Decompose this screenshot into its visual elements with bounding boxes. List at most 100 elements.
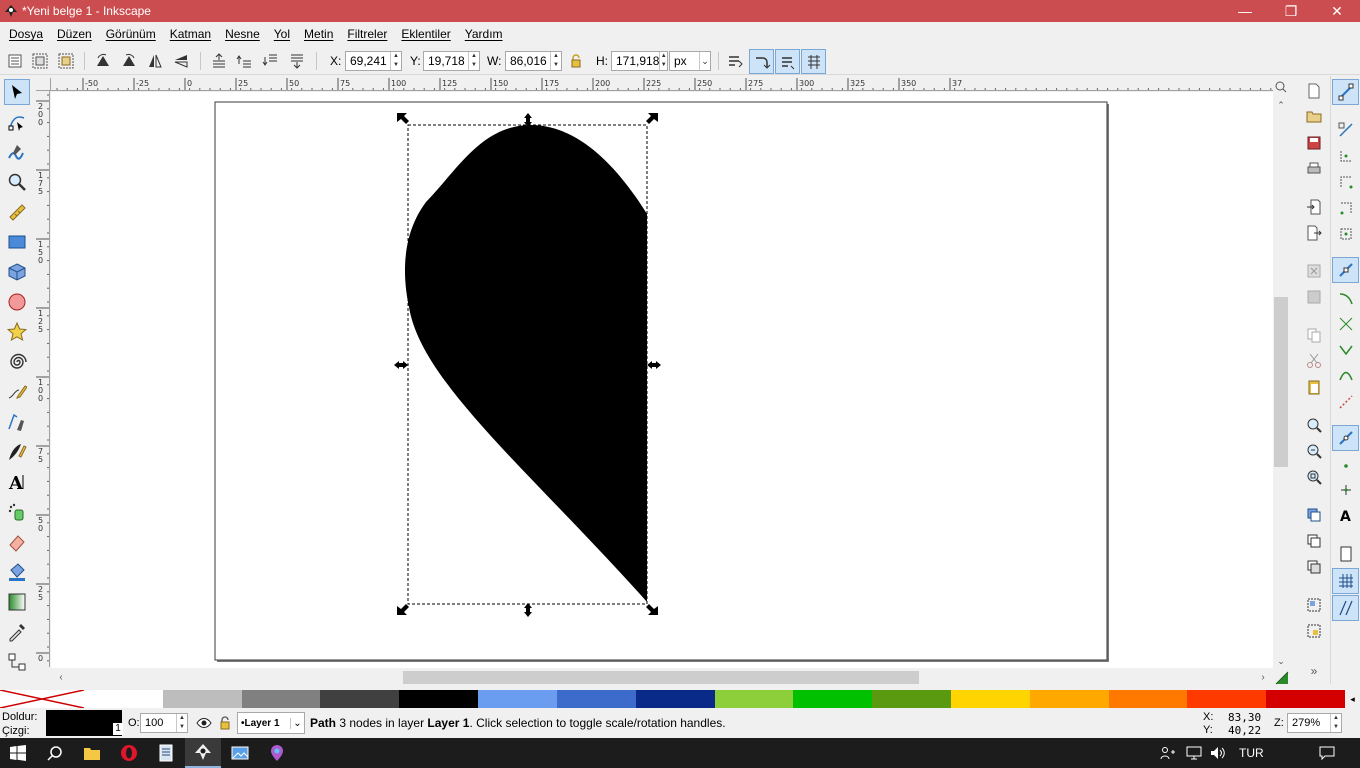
action-center-icon[interactable]: [1318, 745, 1336, 761]
maximize-button[interactable]: ❐: [1268, 0, 1314, 22]
palette-swatch[interactable]: [793, 690, 873, 708]
document-app-icon[interactable]: [148, 738, 184, 768]
menu-extensions[interactable]: Eklentiler: [394, 27, 457, 41]
zoom-stepper-icon[interactable]: ▲ ▼: [1330, 714, 1341, 732]
snap-object-center-icon[interactable]: [1332, 453, 1359, 479]
menu-layer[interactable]: Katman: [163, 27, 218, 41]
x-value[interactable]: 69,241: [346, 54, 390, 68]
palette-swatch[interactable]: [320, 690, 400, 708]
h-field[interactable]: 171,918 ▲ ▼: [611, 51, 668, 71]
zoom-field[interactable]: 279% ▲ ▼: [1287, 713, 1342, 733]
duplicate-icon[interactable]: [1304, 505, 1324, 525]
palette-swatch[interactable]: [635, 690, 715, 708]
snap-intersections-icon[interactable]: [1332, 311, 1359, 337]
opera-icon[interactable]: [111, 738, 147, 768]
palette-swatch[interactable]: [241, 690, 321, 708]
layer-select[interactable]: •Layer 1 ⌄: [237, 712, 305, 734]
raise-to-top-icon[interactable]: [208, 50, 230, 72]
flip-vertical-icon[interactable]: [170, 50, 192, 72]
snap-bbox-corner-icon[interactable]: [1332, 169, 1359, 195]
star-tool[interactable]: [4, 319, 30, 345]
zoom-page-icon[interactable]: [1304, 467, 1324, 487]
scale-stroke-icon[interactable]: [724, 50, 746, 72]
photos-icon[interactable]: [222, 738, 258, 768]
move-gradients-toggle[interactable]: [775, 49, 800, 74]
unit-select[interactable]: px ⌄: [669, 51, 711, 71]
cut-icon[interactable]: [1304, 351, 1324, 371]
volume-icon[interactable]: [1210, 745, 1226, 761]
save-icon[interactable]: [1304, 133, 1324, 153]
ungroup-icon[interactable]: [1304, 621, 1324, 641]
palette-swatch[interactable]: [1108, 690, 1188, 708]
menu-edit[interactable]: Düzen: [50, 27, 99, 41]
palette-menu-icon[interactable]: ◂: [1345, 690, 1360, 708]
rotate-ccw-icon[interactable]: [92, 50, 114, 72]
menu-file[interactable]: Dosya: [2, 27, 50, 41]
open-icon[interactable]: [1304, 106, 1324, 126]
scale-corners-toggle[interactable]: [749, 49, 774, 74]
stroke-width-value[interactable]: 1: [113, 723, 123, 735]
calligraphy-tool[interactable]: [4, 439, 30, 465]
pen-tool[interactable]: [4, 409, 30, 435]
vertical-scrollbar[interactable]: ⌃ ⌄: [1273, 97, 1289, 669]
y-field[interactable]: 19,718 ▲ ▼: [423, 51, 480, 71]
snap-bbox-edge-icon[interactable]: [1332, 143, 1359, 169]
pencil-tool[interactable]: [4, 379, 30, 405]
menu-path[interactable]: Yol: [267, 27, 297, 41]
zoom-tool[interactable]: [4, 169, 30, 195]
minimize-button[interactable]: —: [1222, 0, 1268, 22]
drawing-canvas[interactable]: [51, 92, 1273, 668]
palette-swatch[interactable]: [872, 690, 951, 708]
menu-object[interactable]: Nesne: [218, 27, 267, 41]
palette-swatch[interactable]: [950, 690, 1030, 708]
fill-indicator[interactable]: [46, 710, 122, 736]
tweak-tool[interactable]: [4, 139, 30, 165]
snap-paths-icon[interactable]: [1332, 285, 1359, 311]
scroll-left-icon[interactable]: ‹: [53, 670, 69, 685]
snap-nodes-icon[interactable]: [1332, 257, 1359, 283]
opacity-value[interactable]: 100: [141, 717, 176, 729]
horizontal-scrollbar[interactable]: ‹ ›: [51, 669, 1273, 686]
horizontal-scroll-thumb[interactable]: [403, 671, 919, 684]
lower-icon[interactable]: [260, 50, 282, 72]
menu-text[interactable]: Metin: [297, 27, 340, 41]
spray-tool[interactable]: [4, 499, 30, 525]
palette-swatch[interactable]: [84, 690, 163, 708]
snap-guides-icon[interactable]: [1332, 595, 1359, 621]
vertical-scroll-thumb[interactable]: [1274, 297, 1288, 467]
select-all-layers-icon[interactable]: [29, 50, 51, 72]
language-indicator[interactable]: TUR: [1239, 746, 1264, 760]
node-tool[interactable]: [4, 109, 30, 135]
paste-icon[interactable]: [1304, 377, 1324, 397]
palette-swatch[interactable]: [162, 690, 242, 708]
spiral-tool[interactable]: [4, 349, 30, 375]
zoom-drawing-icon[interactable]: [1304, 441, 1324, 461]
palette-none-swatch[interactable]: [0, 689, 85, 709]
palette-swatch[interactable]: [478, 690, 557, 708]
search-icon[interactable]: [37, 738, 73, 768]
w-value[interactable]: 86,016: [506, 54, 550, 68]
scroll-down-icon[interactable]: ⌄: [1273, 653, 1289, 669]
copy-icon[interactable]: [1304, 325, 1324, 345]
snap-grids-icon[interactable]: [1332, 568, 1359, 594]
select-all-icon[interactable]: [4, 50, 26, 72]
snap-bbox-icon[interactable]: [1332, 117, 1359, 143]
menu-view[interactable]: Görünüm: [99, 27, 163, 41]
export-icon[interactable]: [1304, 223, 1324, 243]
gradient-tool[interactable]: [4, 589, 30, 615]
snap-enable-icon[interactable]: [1332, 79, 1359, 105]
snap-smooth-icon[interactable]: [1332, 363, 1359, 389]
import-icon[interactable]: [1304, 197, 1324, 217]
3d-box-tool[interactable]: [4, 259, 30, 285]
y-value[interactable]: 19,718: [424, 54, 468, 68]
move-patterns-toggle[interactable]: [801, 49, 826, 74]
text-tool[interactable]: A: [4, 469, 30, 495]
snap-page-border-icon[interactable]: [1332, 541, 1359, 567]
snap-bbox-center-icon[interactable]: [1332, 221, 1359, 247]
palette-swatch[interactable]: [399, 690, 479, 708]
snap-text-baseline-icon[interactable]: A: [1332, 502, 1359, 528]
unlink-clone-icon[interactable]: [1304, 557, 1324, 577]
y-stepper-icon[interactable]: ▲ ▼: [468, 52, 479, 70]
chevron-down-icon[interactable]: ⌄: [290, 717, 304, 729]
connector-tool[interactable]: [4, 649, 30, 675]
